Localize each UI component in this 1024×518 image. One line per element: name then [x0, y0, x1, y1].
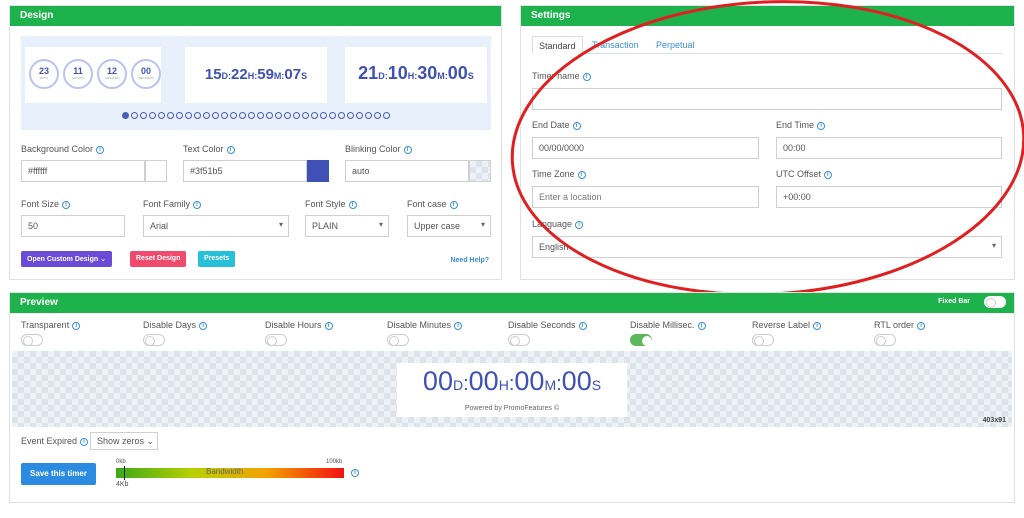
bandwidth-bar: Bandwidth	[116, 466, 344, 480]
transparent-label: Transparent i	[21, 320, 81, 330]
bandwidth-info-icon: i	[351, 469, 359, 477]
disable-minutes-toggle[interactable]	[387, 334, 409, 346]
rtl-order-toggle[interactable]	[874, 334, 896, 346]
info-icon: i	[454, 321, 463, 330]
disable-minutes-label: Disable Minutes i	[387, 320, 463, 330]
info-icon: i	[917, 321, 926, 330]
disable-millisec-label: Disable Millisec. i	[630, 320, 706, 330]
disable-hours-label: Disable Hours i	[265, 320, 333, 330]
disable-days-toggle[interactable]	[143, 334, 165, 346]
info-icon: i	[324, 321, 333, 330]
bandwidth-label: Bandwidth	[206, 467, 244, 476]
info-icon: i	[80, 437, 89, 446]
event-expired-select[interactable]: Show zeros ⌄	[90, 432, 158, 450]
reverse-label-toggle[interactable]	[752, 334, 774, 346]
info-icon: i	[697, 321, 706, 330]
preview-size-label: 403x91	[982, 417, 1006, 424]
fixed-bar-label: Fixed Bar	[938, 298, 970, 305]
powered-by-label: Powered by PromoFeatures ©	[464, 405, 560, 412]
fixed-bar-toggle[interactable]	[984, 296, 1006, 308]
event-expired-label: Event Expired i	[21, 436, 89, 446]
timer-preview: 00D:00H:00M:00S Powered by PromoFeatures…	[397, 363, 627, 417]
info-icon: i	[813, 321, 822, 330]
disable-days-label: Disable Days i	[143, 320, 208, 330]
disable-hours-toggle[interactable]	[265, 334, 287, 346]
info-icon: i	[72, 321, 81, 330]
preview-title: Preview	[20, 297, 58, 308]
bandwidth-min-label: 0kb	[116, 459, 126, 465]
preview-canvas: 00D:00H:00M:00S Powered by PromoFeatures…	[12, 351, 1012, 427]
info-icon: i	[578, 321, 587, 330]
preview-header: Preview Fixed Bar	[10, 293, 1014, 313]
preview-panel: Preview Fixed Bar Transparent i Disable D…	[9, 292, 1015, 503]
bandwidth-value: 4Kb	[116, 481, 129, 488]
bandwidth-max-label: 100kb	[326, 459, 343, 465]
reverse-label-label: Reverse Label i	[752, 320, 822, 330]
transparent-toggle[interactable]	[21, 334, 43, 346]
info-icon: i	[199, 321, 208, 330]
disable-millisec-toggle[interactable]	[630, 334, 652, 346]
bandwidth-marker	[124, 466, 125, 480]
disable-seconds-label: Disable Seconds i	[508, 320, 587, 330]
rtl-order-label: RTL order i	[874, 320, 926, 330]
save-timer-button[interactable]: Save this timer	[21, 463, 96, 485]
disable-seconds-toggle[interactable]	[508, 334, 530, 346]
chevron-down-icon: ⌄	[146, 436, 155, 446]
